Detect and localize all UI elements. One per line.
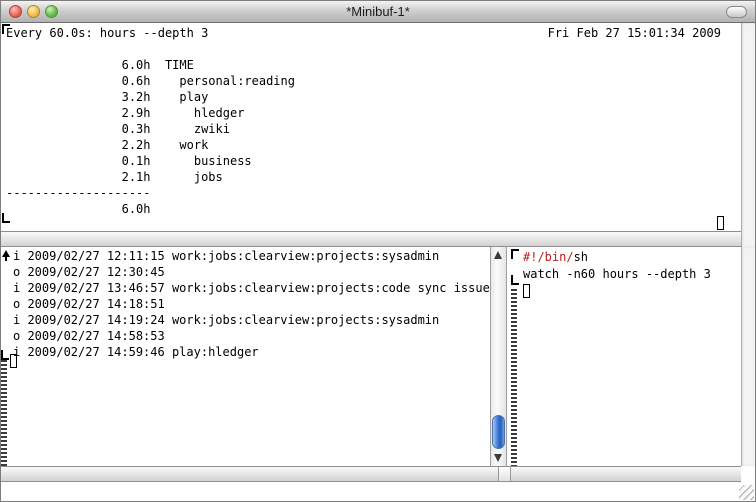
script-window[interactable]: #!/bin/sh watch -n60 hours --depth 3 (507, 247, 741, 466)
shebang-interpreter: #!/bin/ (523, 250, 574, 264)
minibuffer[interactable]: Redo: (ansi-term "/Users/simon/bin/watch… (1, 482, 756, 502)
hours-report: 6.0h TIME 0.6h personal:reading 3.2h pla… (6, 41, 295, 217)
emacs-frame: *Minibuf-1* Every 60.0s: hours --depth 3… (0, 0, 756, 502)
shebang-line: #!/bin/sh (523, 249, 711, 266)
script-scrollbar-track[interactable] (741, 247, 756, 466)
watch-command-line: watch -n60 hours --depth 3 (523, 266, 711, 283)
title-bar[interactable]: *Minibuf-1* (1, 1, 755, 23)
script-cursor (523, 284, 530, 298)
resize-grip[interactable] (739, 485, 754, 500)
timelog-scrollbar[interactable] (490, 247, 507, 466)
ansi-term-modeline[interactable]: -u:** *ansi-term* All (13,101) (Term: ch… (1, 231, 741, 247)
empty-lines-stipple-icon (1, 360, 7, 466)
script-modeline[interactable]: --:-- watchhours All (3,0)-------- (511, 466, 741, 482)
ansi-term-window[interactable]: Every 60.0s: hours --depth 3 Fri Feb 27 … (1, 23, 741, 231)
empty-lines-stipple-icon (511, 289, 517, 466)
timelog-cursor (10, 354, 17, 368)
window-title: *Minibuf-1* (1, 1, 755, 23)
buffer-bottom-corner-icon (1, 350, 9, 360)
watch-date-text: Fri Feb 27 15:01:34 2009 (548, 25, 721, 41)
timelog-window[interactable]: i 2009/02/27 12:11:15 work:jobs:clearvie… (1, 247, 490, 466)
more-text-above-arrow-icon (2, 250, 10, 257)
watch-interval-text: Every 60.0s: hours --depth 3 (6, 26, 208, 40)
watch-header-row: Every 60.0s: hours --depth 3 Fri Feb 27 … (6, 25, 731, 41)
script-source: #!/bin/sh watch -n60 hours --depth 3 (523, 249, 711, 283)
timelog-entries: i 2009/02/27 12:11:15 work:jobs:clearvie… (13, 248, 490, 360)
toolbar-toggle-button[interactable] (726, 6, 747, 18)
scrollbar-thumb[interactable] (492, 415, 505, 449)
buffer-top-corner-icon (511, 249, 519, 259)
scroll-down-arrow[interactable] (491, 450, 506, 466)
modeline-divider (498, 466, 511, 482)
buffer-bottom-corner-icon (511, 275, 519, 285)
shebang-shell: sh (574, 250, 588, 264)
scroll-up-arrow[interactable] (491, 247, 506, 263)
buffer-bottom-corner-icon (2, 213, 10, 223)
term-scrollbar-track[interactable] (741, 23, 756, 247)
timelog-modeline[interactable]: --:-- current.timelog Bot (3726,0) darcs… (1, 466, 498, 482)
term-cursor (717, 216, 724, 230)
